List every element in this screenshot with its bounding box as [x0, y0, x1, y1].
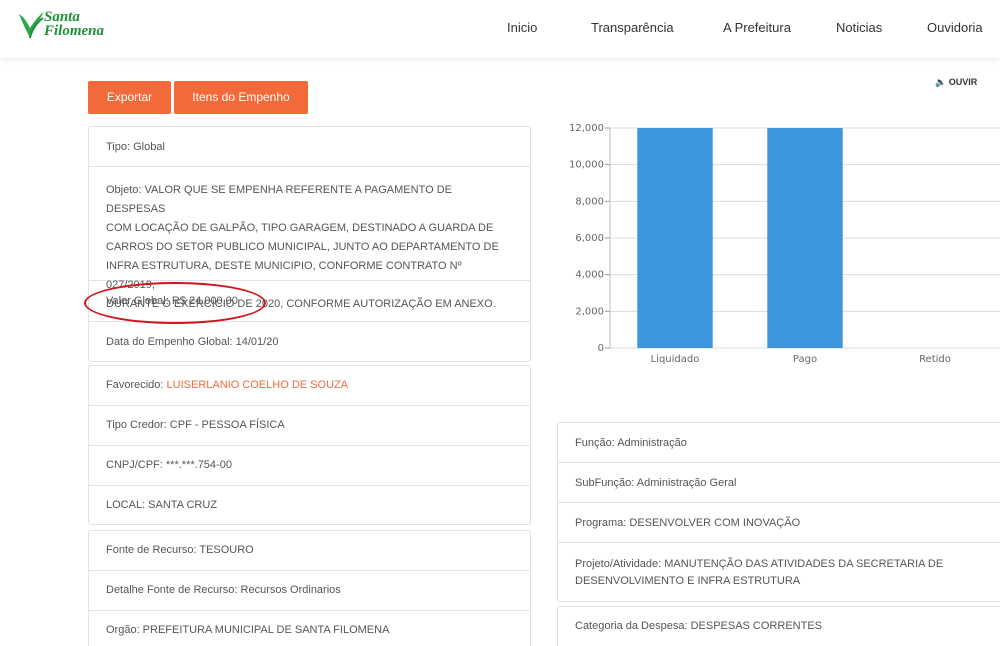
favorecido-row: Favorecido: LUISERLANIO COELHO DE SOUZA — [89, 366, 530, 406]
tipo-text: Tipo: Global — [106, 141, 165, 153]
empenho-bar-chart: 0 2,000 4,000 6,000 8,000 10,000 12,000 Liquida… — [560, 120, 1000, 370]
objeto-line: COM LOCAÇÃO DE GALPÃO, TIPO GARAGEM, DES… — [106, 222, 494, 234]
programa-row: Programa: DESENVOLVER COM INOVAÇÃO — [558, 503, 1000, 543]
data-empenho-row: Data do Empenho Global: 14/01/20 — [89, 322, 530, 363]
categoria-row: Categoria da Despesa: DESPESAS CORRENTES — [558, 607, 1000, 646]
bar-chart-svg: 0 2,000 4,000 6,000 8,000 10,000 12,000 Liquida… — [569, 123, 1000, 365]
valor-highlight-annotation — [84, 282, 266, 324]
subfuncao-row: SubFunção: Administração Geral — [558, 463, 1000, 503]
favorecido-label: Favorecido: — [106, 379, 167, 391]
y-tick-label: 6,000 — [575, 233, 604, 244]
export-button[interactable]: Exportar — [88, 81, 171, 114]
y-tick-label: 10,000 — [569, 160, 604, 171]
tipo-credor-text: Tipo Credor: CPF - PESSOA FÍSICA — [106, 419, 285, 431]
orgao-text: Orgão: PREFEITURA MUNICIPAL DE SANTA FIL… — [106, 624, 390, 636]
programa-text: Programa: DESENVOLVER COM INOVAÇÃO — [575, 517, 801, 529]
projeto-line: Projeto/Atividade: MANUTENÇÃO DAS ATIVID… — [575, 558, 944, 570]
orgao-row: Orgão: PREFEITURA MUNICIPAL DE SANTA FIL… — [89, 611, 530, 646]
site-logo[interactable]: Santa Filomena — [16, 6, 105, 46]
nav-a-prefeitura[interactable]: A Prefeitura — [723, 20, 791, 35]
data-empenho-text: Data do Empenho Global: 14/01/20 — [106, 336, 279, 348]
objeto-line: Objeto: VALOR QUE SE EMPENHA REFERENTE A… — [106, 184, 452, 215]
bar-liquidado — [637, 128, 713, 348]
categoria-text: Categoria da Despesa: DESPESAS CORRENTES — [575, 620, 822, 632]
objeto-line: CARROS DO SETOR PUBLICO MUNICIPAL, JUNTO… — [106, 241, 499, 253]
items-button[interactable]: Itens do Empenho — [174, 81, 308, 114]
funcao-row: Função: Administração — [558, 423, 1000, 463]
local-row: LOCAL: SANTA CRUZ — [89, 486, 530, 526]
y-tick-label: 8,000 — [575, 196, 604, 207]
nav-inicio[interactable]: Inicio — [507, 20, 537, 35]
fonte-text: Fonte de Recurso: TESOURO — [106, 544, 254, 556]
logo-line-1: Santa — [44, 9, 80, 25]
heart-leaf-logo-icon — [19, 12, 44, 39]
classificacao-panel: Função: Administração SubFunção: Adminis… — [557, 422, 1000, 602]
tipo-row: Tipo: Global — [89, 127, 530, 167]
fonte-row: Fonte de Recurso: TESOURO — [89, 531, 530, 571]
favorecido-text: Favorecido: LUISERLANIO COELHO DE SOUZA — [106, 379, 500, 391]
projeto-text: Projeto/Atividade: MANUTENÇÃO DAS ATIVID… — [575, 556, 971, 590]
cnpj-cpf-row: CNPJ/CPF: ***.***.754-00 — [89, 446, 530, 486]
speaker-icon: 🔈 — [935, 77, 947, 87]
tipo-credor-row: Tipo Credor: CPF - PESSOA FÍSICA — [89, 406, 530, 446]
x-tick-label: Retido — [919, 354, 951, 365]
nav-noticias[interactable]: Noticias — [836, 20, 882, 35]
site-header: Santa Filomena Inicio Transparência A Pr… — [0, 0, 1000, 58]
y-tick-label: 2,000 — [575, 306, 604, 317]
logo-text: Santa Filomena — [44, 9, 105, 39]
objeto-row: Objeto: VALOR QUE SE EMPENHA REFERENTE A… — [89, 167, 530, 310]
y-tick-label: 0 — [598, 343, 604, 354]
empenho-details-panel: Tipo: Global Objeto: VALOR QUE SE EMPENH… — [88, 126, 531, 362]
detalhe-fonte-text: Detalhe Fonte de Recurso: Recursos Ordin… — [106, 584, 341, 596]
funcao-text: Função: Administração — [575, 437, 687, 449]
nav-ouvidoria[interactable]: Ouvidoria — [927, 20, 983, 35]
detalhe-fonte-row: Detalhe Fonte de Recurso: Recursos Ordin… — [89, 571, 530, 611]
nav-transparencia[interactable]: Transparência — [591, 20, 674, 35]
listen-label: OUVIR — [948, 77, 978, 87]
categoria-panel: Categoria da Despesa: DESPESAS CORRENTES — [557, 606, 1000, 646]
projeto-line: DESENVOLVIMENTO E INFRA ESTRUTURA — [575, 575, 801, 587]
x-tick-label: Liquidado — [651, 354, 700, 365]
favorecido-panel: Favorecido: LUISERLANIO COELHO DE SOUZA … — [88, 365, 531, 525]
projeto-row: Projeto/Atividade: MANUTENÇÃO DAS ATIVID… — [558, 543, 1000, 603]
local-text: LOCAL: SANTA CRUZ — [106, 499, 218, 511]
y-tick-label: 4,000 — [575, 270, 604, 281]
bar-pago — [767, 128, 843, 348]
y-tick-label: 12,000 — [569, 123, 604, 134]
logo-line-2: Filomena — [44, 23, 105, 39]
x-tick-label: Pago — [793, 354, 817, 365]
subfuncao-text: SubFunção: Administração Geral — [575, 477, 737, 489]
fonte-recurso-panel: Fonte de Recurso: TESOURO Detalhe Fonte … — [88, 530, 531, 646]
favorecido-link[interactable]: LUISERLANIO COELHO DE SOUZA — [167, 379, 349, 391]
cnpj-cpf-text: CNPJ/CPF: ***.***.754-00 — [106, 459, 232, 471]
listen-button[interactable]: 🔈 OUVIR — [935, 77, 977, 88]
